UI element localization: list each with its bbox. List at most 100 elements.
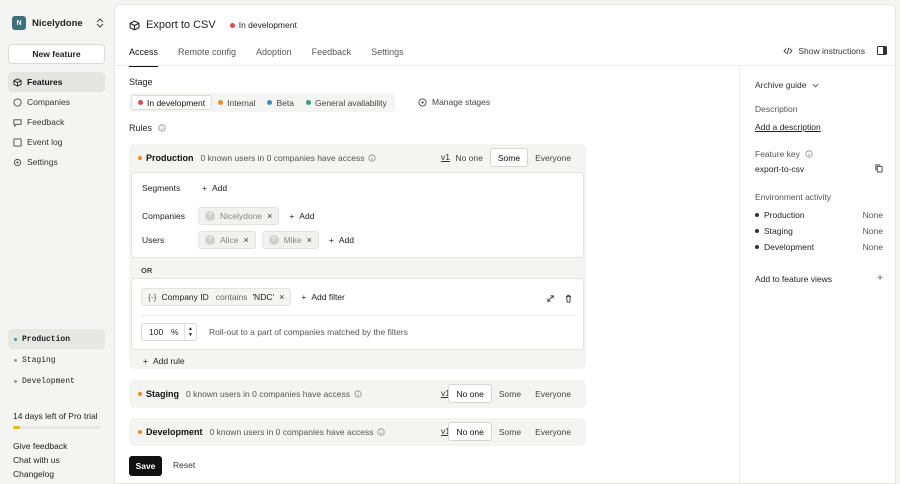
tab-access[interactable]: Access: [129, 45, 159, 67]
add-description-link[interactable]: Add a description: [755, 122, 821, 132]
stage-dot: [138, 100, 143, 105]
new-feature-button[interactable]: New feature: [8, 44, 105, 64]
mode-everyone[interactable]: Everyone: [528, 148, 578, 167]
plus-icon: +: [877, 273, 883, 284]
give-feedback-link[interactable]: Give feedback: [13, 441, 67, 455]
stage-in-development[interactable]: In development: [131, 95, 213, 110]
add-company-button[interactable]: + Add: [289, 211, 314, 221]
tab-remote-config[interactable]: Remote config: [178, 45, 236, 67]
chip-label: Alice: [220, 235, 239, 245]
mode-everyone[interactable]: Everyone: [528, 384, 578, 403]
sidebar-item-label: Settings: [27, 157, 58, 167]
manage-stages-button[interactable]: Manage stages: [418, 97, 490, 107]
tab-settings[interactable]: Settings: [371, 45, 404, 67]
env-name: Development: [764, 242, 815, 252]
sidebar-item-label: Feedback: [27, 117, 65, 127]
sidebar-footer: Give feedback Chat with us Changelog: [13, 441, 67, 483]
env-name: Staging: [764, 226, 793, 236]
companies-label: Companies: [142, 211, 185, 221]
mode-some[interactable]: Some: [492, 422, 528, 441]
rollout-description: Roll-out to a part of companies matched …: [209, 327, 408, 337]
sidebar-item-features[interactable]: Features: [8, 72, 105, 92]
stage-internal[interactable]: Internal: [212, 95, 261, 110]
changelog-link[interactable]: Changelog: [13, 469, 67, 483]
env-dot: [755, 213, 759, 217]
segments-row: Segments + Add: [142, 183, 227, 193]
trash-icon[interactable]: [564, 294, 573, 303]
page-title: Export to CSV: [146, 19, 216, 31]
plus-icon: +: [328, 235, 334, 245]
box-icon: [129, 19, 140, 31]
env-name: Production: [146, 153, 194, 163]
save-button[interactable]: Save: [129, 456, 162, 476]
reset-button[interactable]: Reset: [173, 460, 195, 470]
add-rule-button[interactable]: + Add rule: [143, 356, 185, 366]
env-item-development[interactable]: Development: [8, 371, 105, 391]
env-dot: [138, 156, 142, 160]
org-avatar: N: [12, 16, 26, 30]
show-instructions-button[interactable]: Show instructions: [783, 46, 865, 56]
close-icon[interactable]: ×: [267, 211, 272, 221]
close-icon[interactable]: ×: [279, 292, 284, 302]
close-icon[interactable]: ×: [307, 235, 312, 245]
org-switcher[interactable]: N Nicelydone: [12, 16, 104, 30]
stepper-icon[interactable]: ▲ ▼: [184, 324, 196, 340]
feature-key-heading: Feature key: [755, 149, 813, 159]
tab-adoption[interactable]: Adoption: [256, 45, 292, 67]
company-filter-chip[interactable]: {-} Company ID contains 'NDC' ×: [141, 288, 292, 306]
mode-no-one[interactable]: No one: [448, 422, 492, 441]
mode-everyone[interactable]: Everyone: [528, 422, 578, 441]
mode-no-one[interactable]: No one: [448, 148, 489, 167]
feature-header: Export to CSV In development: [129, 19, 297, 31]
env-dot: [755, 245, 759, 249]
close-icon[interactable]: ×: [243, 235, 248, 245]
company-chip: ? Nicelydone ×: [198, 207, 280, 225]
env-item-production[interactable]: Production: [8, 329, 105, 349]
env-item-staging[interactable]: Staging: [8, 350, 105, 370]
stage-label: In development: [147, 97, 206, 108]
rollout-percent-input[interactable]: 100% ▲ ▼: [141, 323, 197, 341]
collapse-icon[interactable]: [546, 294, 555, 303]
segments-label: Segments: [142, 183, 181, 193]
stage-general-availability[interactable]: General availability: [300, 95, 393, 110]
show-instructions-label: Show instructions: [798, 46, 865, 56]
add-user-button[interactable]: + Add: [329, 235, 354, 245]
plus-icon: +: [289, 211, 295, 221]
add-filter-button[interactable]: + Add filter: [301, 292, 345, 302]
chat-with-us-link[interactable]: Chat with us: [13, 455, 67, 469]
sidebar-item-settings[interactable]: Settings: [8, 152, 105, 172]
rules-heading: Rules: [129, 123, 166, 133]
trial-progress-fill: [13, 426, 20, 429]
avatar: ?: [205, 211, 215, 221]
add-to-feature-views[interactable]: Add to feature views +: [755, 273, 883, 284]
filter-field: Company ID: [161, 292, 209, 302]
or-divider: OR: [141, 266, 153, 275]
tab-feedback[interactable]: Feedback: [312, 45, 352, 67]
env-dot: [138, 392, 142, 396]
chat-icon: [13, 118, 22, 127]
sidebar-item-event-log[interactable]: Event log: [8, 132, 105, 152]
building-icon: [13, 97, 22, 107]
env-dot: [14, 337, 17, 341]
info-icon: [354, 390, 362, 398]
chevron-updown-icon: [96, 18, 104, 28]
main-panel: Export to CSV In development Access Remo…: [114, 4, 896, 484]
mode-some[interactable]: Some: [492, 384, 528, 403]
sidebar-toggle-icon[interactable]: [877, 46, 887, 55]
mode-some[interactable]: Some: [489, 148, 529, 167]
info-icon: [158, 124, 166, 132]
tab-bar: Access Remote config Adoption Feedback S…: [129, 45, 424, 67]
sidebar-item-companies[interactable]: Companies: [8, 92, 105, 112]
box-icon: [13, 77, 22, 87]
companies-row: Companies ? Nicelydone × + Add: [142, 207, 314, 225]
divider: [739, 66, 740, 483]
info-icon: [377, 428, 386, 436]
add-segment-button[interactable]: + Add: [202, 183, 227, 193]
stage-beta[interactable]: Beta: [261, 95, 300, 110]
copy-icon[interactable]: [875, 164, 883, 173]
mode-no-one[interactable]: No one: [448, 384, 492, 403]
sidebar-item-feedback[interactable]: Feedback: [8, 112, 105, 132]
user-chip: ? Alice ×: [198, 231, 256, 249]
archive-guide-dropdown[interactable]: Archive guide: [755, 80, 819, 90]
user-chip: ? Mike ×: [261, 231, 319, 249]
